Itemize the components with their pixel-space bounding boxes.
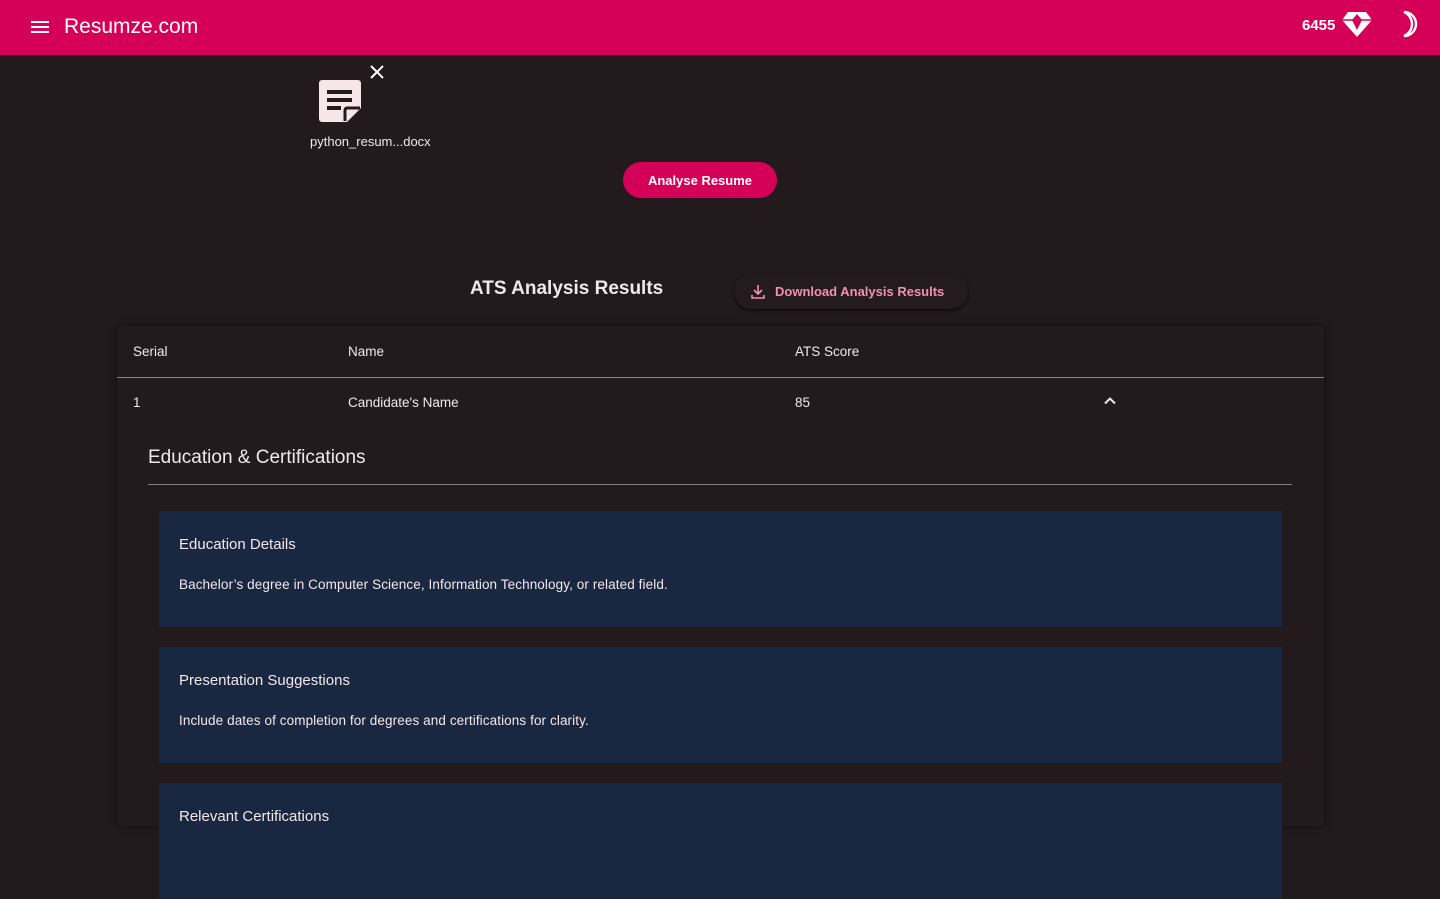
file-name: python_resum...docx [310, 134, 431, 149]
app-title[interactable]: Resumze.com [64, 15, 198, 39]
results-table: Serial Name ATS Score 1 Candidate's Name… [117, 326, 1324, 899]
results-title: ATS Analysis Results [470, 278, 664, 299]
column-header-serial: Serial [133, 344, 168, 359]
download-results-button[interactable]: Download Analysis Results [734, 274, 968, 309]
header-divider [117, 377, 1324, 378]
relevant-certifications-card: Relevant Certifications [159, 783, 1282, 899]
close-icon[interactable] [368, 63, 386, 81]
card-title: Education Details [179, 536, 296, 553]
app-bar: Resumze.com 6455 [0, 0, 1440, 55]
cell-ats-score: 85 [795, 395, 811, 410]
analyse-resume-button[interactable]: Analyse Resume [623, 162, 777, 198]
chevron-up-icon[interactable] [1102, 393, 1118, 409]
gem-icon [1342, 12, 1372, 37]
column-header-ats-score: ATS Score [795, 344, 860, 359]
education-details-card: Education Details Bachelor’s degree in C… [159, 511, 1282, 627]
download-icon [751, 284, 765, 299]
presentation-suggestions-card: Presentation Suggestions Include dates o… [159, 647, 1282, 763]
section-divider [148, 484, 1292, 485]
cell-serial: 1 [133, 395, 141, 410]
menu-icon[interactable] [30, 18, 50, 36]
dark-mode-icon[interactable] [1398, 9, 1426, 39]
card-body: Bachelor’s degree in Computer Science, I… [179, 577, 668, 592]
document-icon [319, 80, 361, 122]
card-body: Include dates of completion for degrees … [179, 713, 589, 728]
cell-name: Candidate's Name [348, 395, 459, 410]
column-header-name: Name [348, 344, 385, 359]
uploaded-file: python_resum...docx [300, 60, 460, 155]
card-title: Relevant Certifications [179, 808, 330, 825]
download-results-label: Download Analysis Results [775, 284, 945, 299]
card-title: Presentation Suggestions [179, 672, 350, 689]
section-title: Education & Certifications [148, 447, 366, 468]
credits-count: 6455 [1302, 17, 1336, 34]
